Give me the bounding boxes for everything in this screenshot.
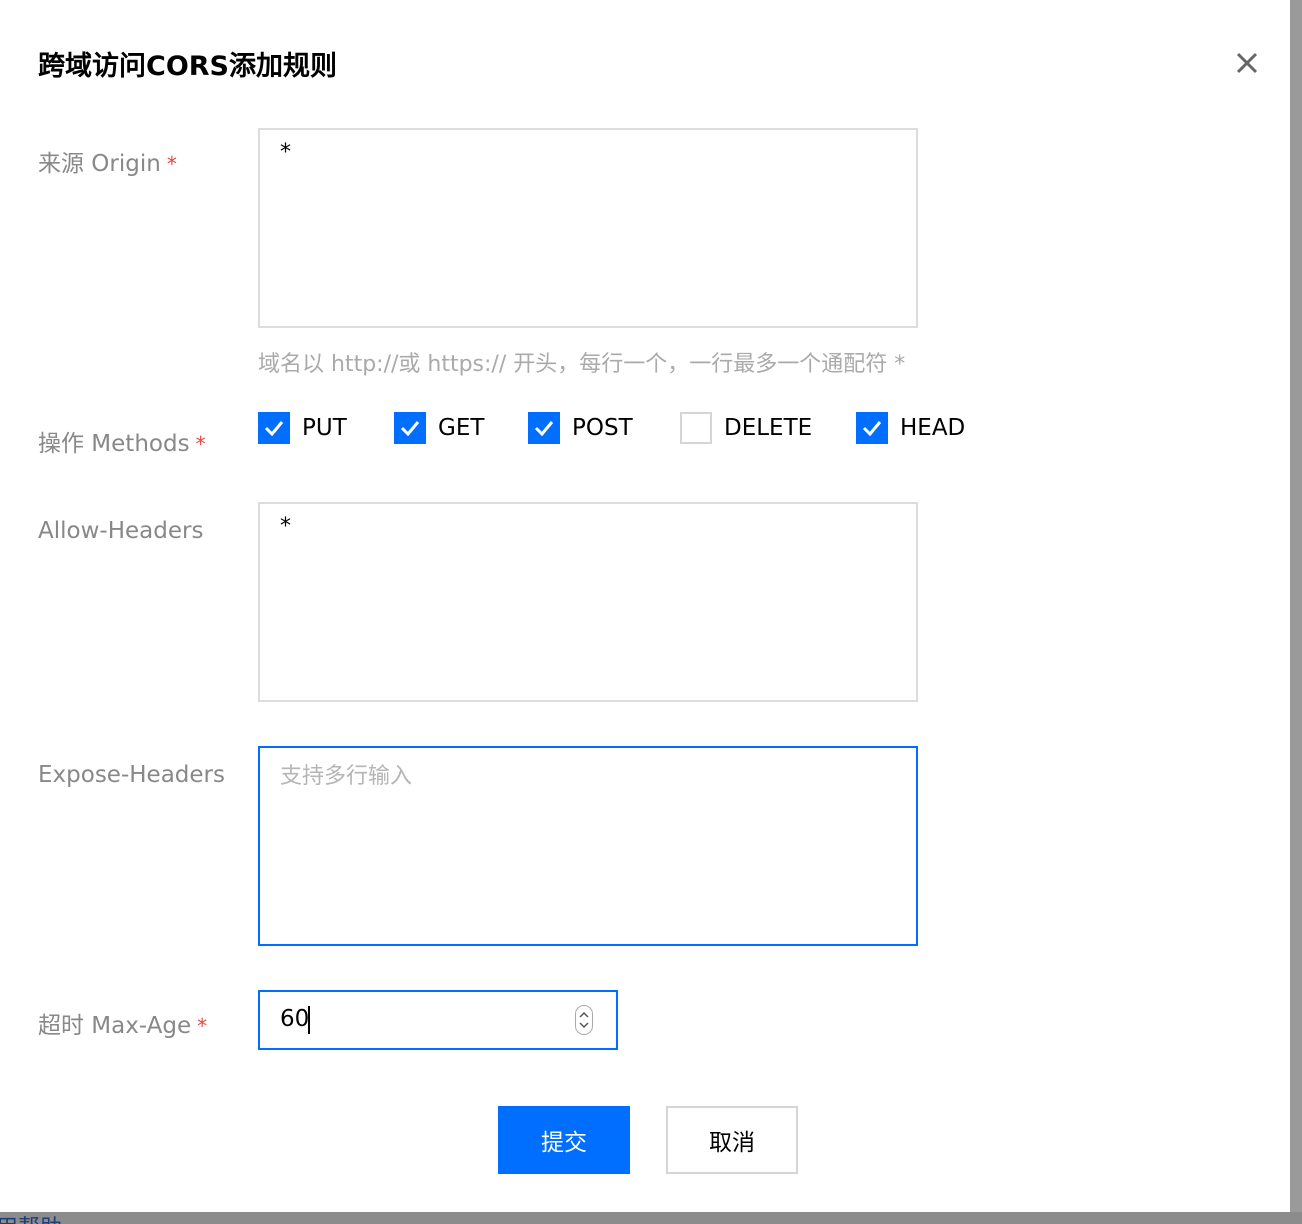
checkbox-box: [680, 412, 712, 444]
backdrop-overlay-bottom: 用帮助: [0, 1212, 1302, 1224]
method-label: POST: [572, 415, 633, 441]
origin-hint: 域名以 http://或 https:// 开头，每行一个，一行最多一个通配符 …: [258, 352, 906, 377]
cancel-button[interactable]: 取消: [666, 1106, 798, 1174]
text-caret: [308, 1006, 310, 1034]
checkmark-icon: [862, 421, 882, 437]
max-age-label-text: 超时 Max-Age: [38, 1013, 192, 1039]
required-mark: *: [197, 1014, 208, 1038]
allow-headers-textarea[interactable]: [258, 502, 918, 702]
required-mark: *: [195, 432, 206, 456]
cors-rule-dialog: 跨域访问CORS添加规则 来源 Origin* 域名以 http://或 htt…: [0, 0, 1290, 1212]
background-help-link: 用帮助: [0, 1212, 62, 1224]
origin-label: 来源 Origin *: [38, 144, 177, 178]
method-delete-checkbox[interactable]: DELETE: [680, 411, 812, 445]
max-age-value: 60: [280, 1006, 310, 1032]
max-age-label: 超时 Max-Age *: [38, 1006, 207, 1040]
expose-headers-textarea[interactable]: [258, 746, 918, 946]
allow-headers-label-text: Allow-Headers: [38, 518, 204, 544]
expose-headers-label: Expose-Headers: [38, 762, 225, 788]
close-button[interactable]: [1228, 44, 1266, 82]
dialog-title: 跨域访问CORS添加规则: [38, 51, 338, 82]
method-label: PUT: [302, 415, 347, 441]
required-mark: *: [166, 152, 177, 176]
origin-label-text: 来源 Origin: [38, 151, 161, 177]
allow-headers-label: Allow-Headers: [38, 518, 203, 544]
origin-textarea[interactable]: [258, 128, 918, 328]
method-post-checkbox[interactable]: POST: [528, 411, 633, 445]
method-head-checkbox[interactable]: HEAD: [856, 411, 965, 445]
method-put-checkbox[interactable]: PUT: [258, 411, 347, 445]
backdrop-overlay-right: [1290, 0, 1302, 1224]
methods-label: 操作 Methods *: [38, 424, 206, 458]
checkbox-box: [528, 412, 560, 444]
spinner-arrows-icon: [579, 1011, 589, 1029]
checkbox-box: [394, 412, 426, 444]
checkmark-icon: [400, 421, 420, 437]
method-get-checkbox[interactable]: GET: [394, 411, 484, 445]
checkbox-box: [258, 412, 290, 444]
checkmark-icon: [534, 421, 554, 437]
number-spinner[interactable]: [575, 1005, 593, 1035]
max-age-input[interactable]: 60: [258, 990, 618, 1050]
close-icon: [1236, 52, 1258, 74]
checkbox-box: [856, 412, 888, 444]
checkmark-icon: [264, 421, 284, 437]
expose-headers-label-text: Expose-Headers: [38, 762, 225, 788]
method-label: DELETE: [724, 415, 813, 441]
submit-button[interactable]: 提交: [498, 1106, 630, 1174]
methods-label-text: 操作 Methods: [38, 431, 190, 457]
method-label: HEAD: [900, 415, 966, 441]
method-label: GET: [438, 415, 485, 441]
